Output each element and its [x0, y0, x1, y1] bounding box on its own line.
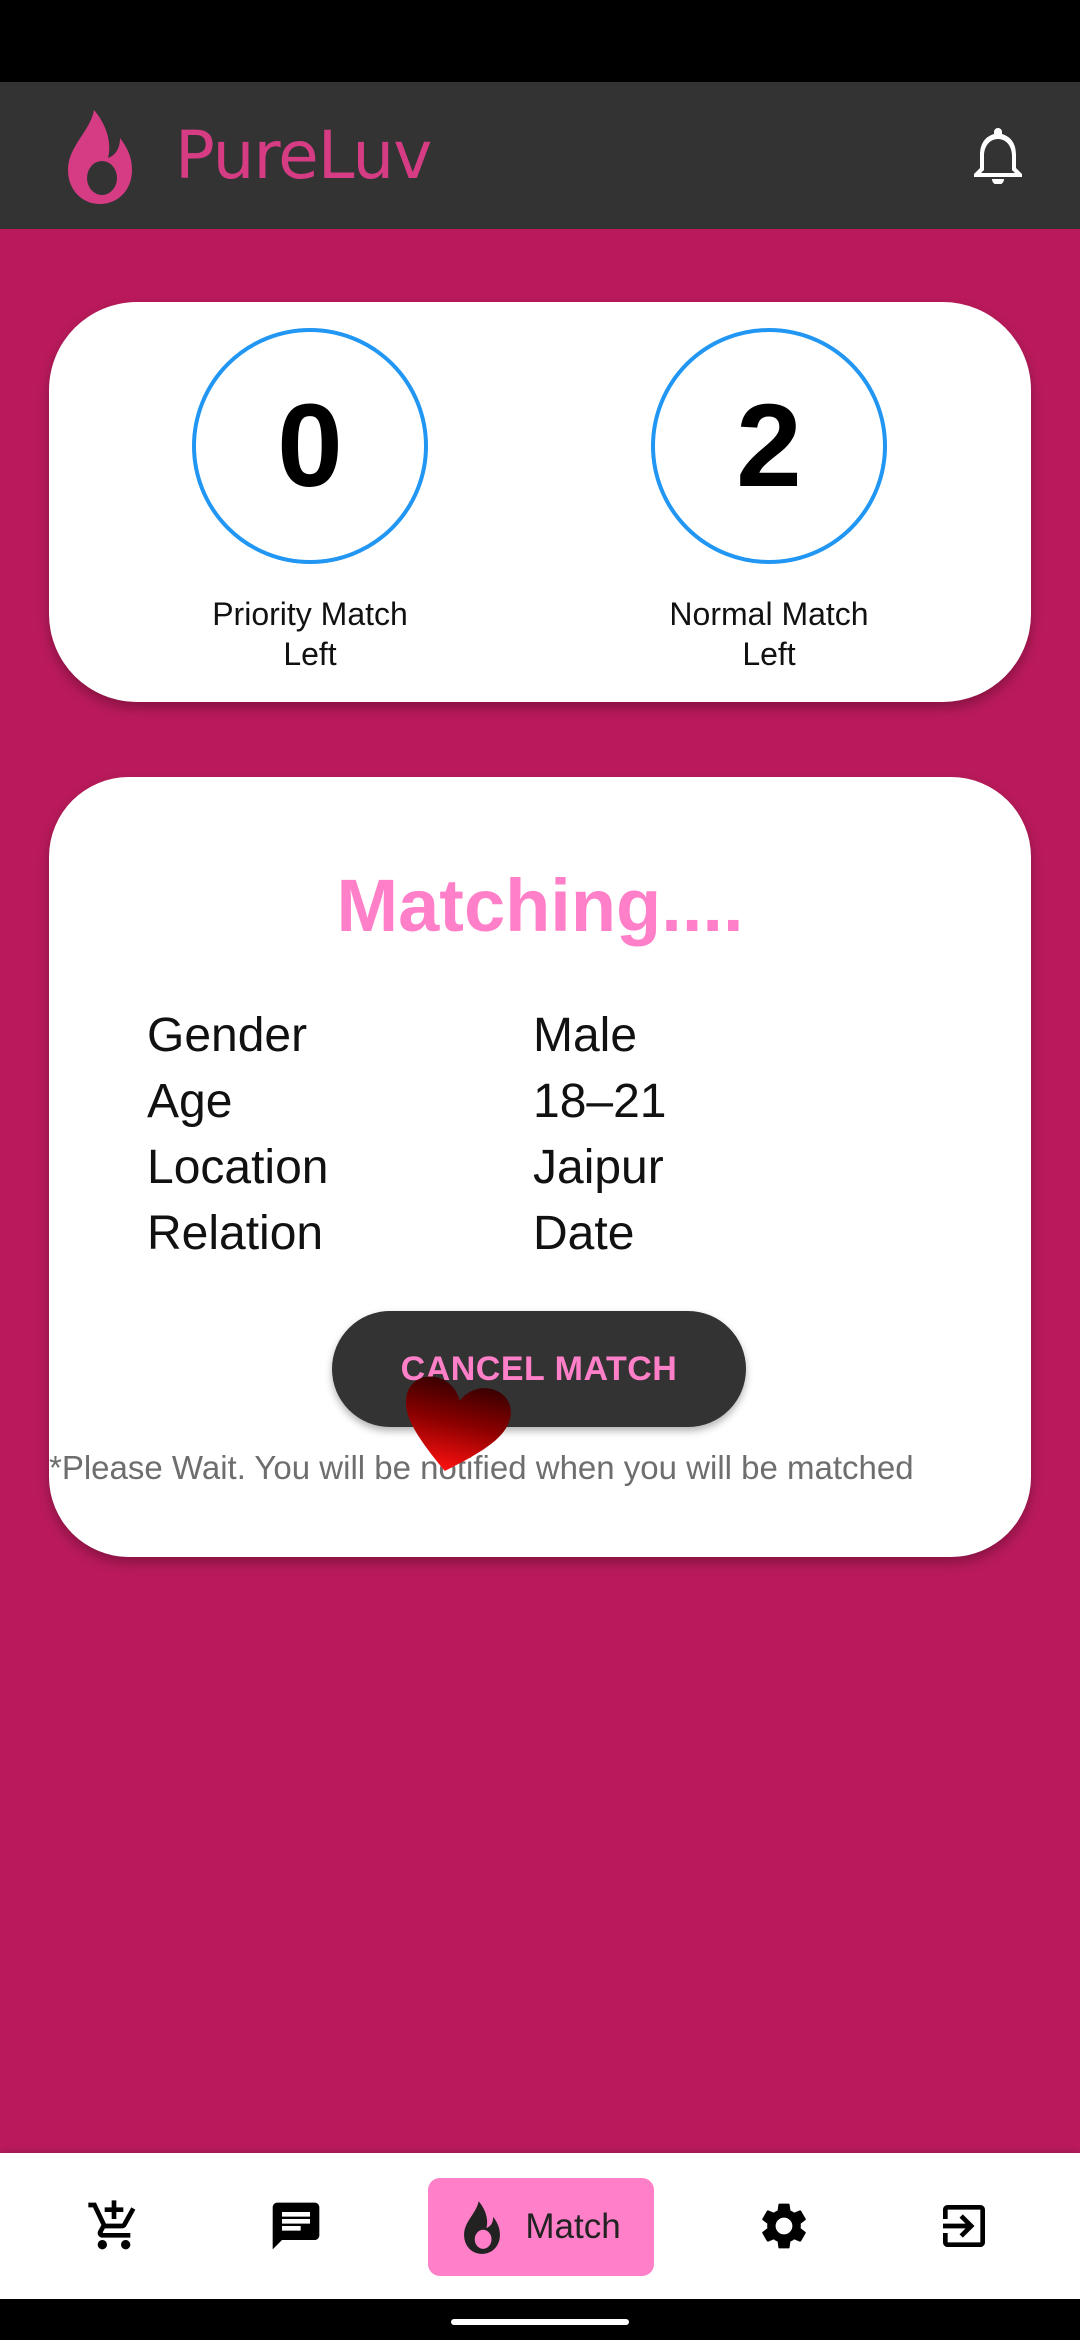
add-to-cart-icon	[88, 2200, 136, 2250]
match-preferences: Gender Male Age 18–21 Location Jaipur Re…	[147, 1002, 666, 1266]
nav-match-label: Match	[525, 2207, 621, 2246]
flame-icon	[464, 2201, 501, 2254]
pref-value: Jaipur	[533, 1140, 664, 1194]
pref-row-location: Location Jaipur	[147, 1134, 666, 1200]
flame-logo-icon	[68, 110, 132, 204]
normal-caption-line2: Left	[742, 636, 796, 672]
pref-label: Age	[147, 1074, 233, 1128]
gear-icon	[762, 2203, 806, 2249]
nav-chat[interactable]	[248, 2153, 344, 2299]
pref-label: Location	[147, 1140, 329, 1194]
logout-icon	[943, 2205, 985, 2247]
notification-bell-icon[interactable]	[972, 124, 1024, 184]
priority-match-counter: 0 Priority Match Left	[190, 328, 430, 674]
normal-match-counter: 2 Normal Match Left	[649, 328, 889, 674]
pref-label: Relation	[147, 1206, 324, 1260]
nav-match[interactable]: Match	[428, 2178, 654, 2276]
app-title: PureLuv	[175, 117, 432, 194]
priority-caption-line2: Left	[283, 636, 337, 672]
priority-match-caption: Priority Match Left	[190, 594, 430, 674]
normal-caption-line1: Normal Match	[669, 596, 869, 632]
status-bar	[0, 0, 1080, 82]
matching-card: Matching.... Gender Male Age 18–21 Locat…	[49, 777, 1031, 1557]
nav-shop[interactable]	[66, 2153, 162, 2299]
gesture-bar	[0, 2299, 1080, 2340]
priority-caption-line1: Priority Match	[212, 596, 408, 632]
bottom-nav: Match	[0, 2153, 1080, 2299]
normal-match-ring: 2	[651, 328, 887, 564]
pref-value: 18–21	[533, 1074, 667, 1128]
priority-match-ring: 0	[192, 328, 428, 564]
cancel-match-button[interactable]: CANCEL MATCH	[332, 1311, 746, 1427]
priority-match-count: 0	[277, 380, 343, 512]
match-stats-card: 0 Priority Match Left 2 Normal Match Lef…	[49, 302, 1031, 702]
nav-logout[interactable]	[916, 2153, 1012, 2299]
app-bar: PureLuv	[0, 82, 1080, 229]
pref-value: Male	[533, 1008, 638, 1062]
pref-row-relation: Relation Date	[147, 1200, 666, 1266]
matching-title: Matching....	[336, 864, 744, 947]
pref-label: Gender	[147, 1008, 308, 1062]
pref-row-gender: Gender Male	[147, 1002, 666, 1068]
nav-settings[interactable]	[736, 2153, 832, 2299]
home-gesture-pill[interactable]	[451, 2319, 629, 2325]
pref-value: Date	[533, 1206, 635, 1260]
chat-icon	[272, 2202, 320, 2250]
normal-match-caption: Normal Match Left	[649, 594, 889, 674]
pref-row-age: Age 18–21	[147, 1068, 666, 1134]
normal-match-count: 2	[736, 380, 802, 512]
